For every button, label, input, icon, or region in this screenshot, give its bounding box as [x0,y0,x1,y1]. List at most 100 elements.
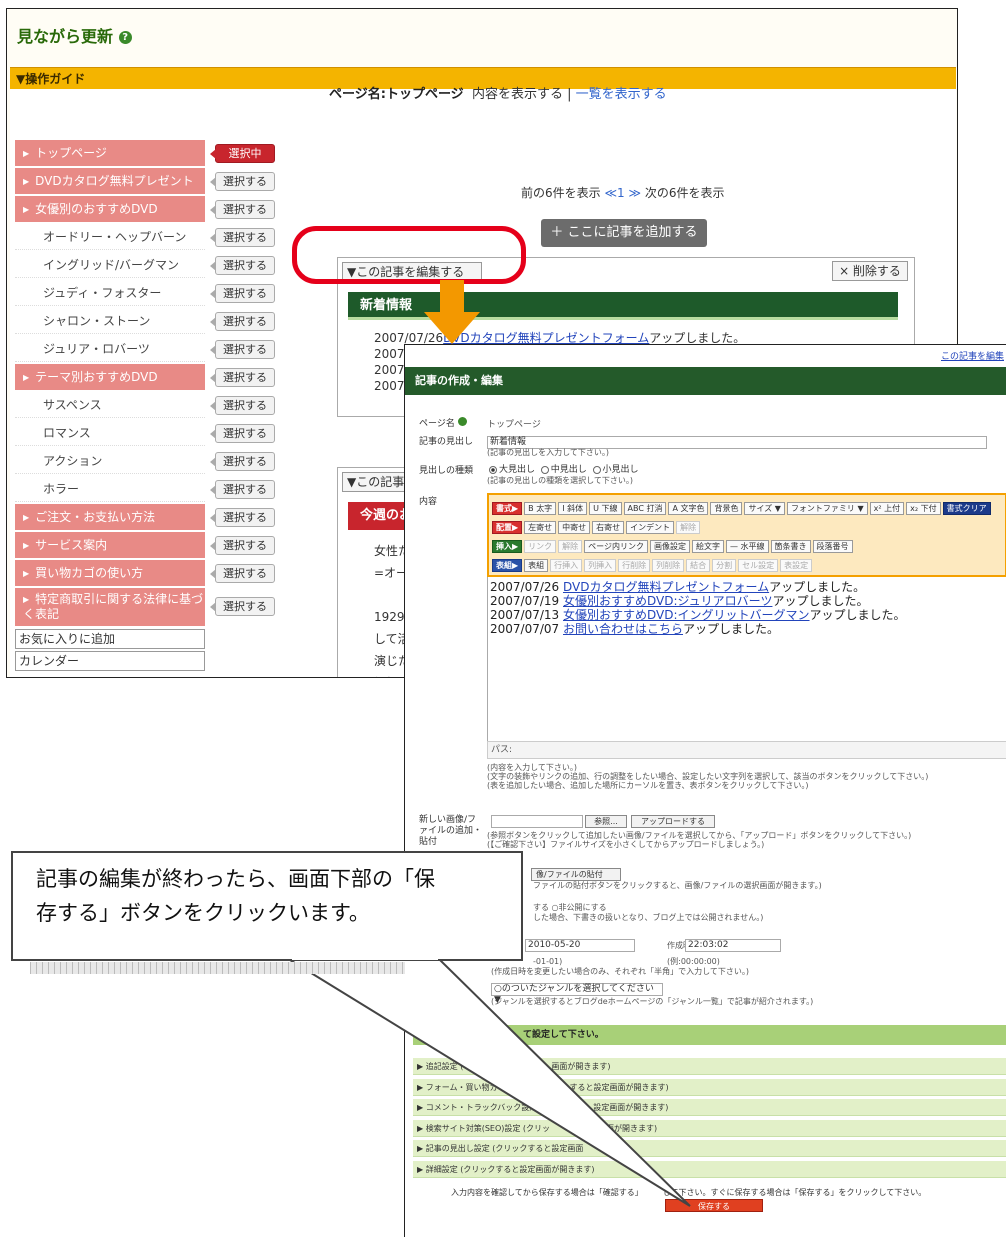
content-link[interactable]: 女優別おすすめDVD:イングリットバーグマン [563,608,810,622]
toolbar-button[interactable]: 配置▶ [492,521,523,534]
settings-bar[interactable]: ▶ フォーム・買い物カ すると設定画面が開きます) [413,1078,1006,1096]
toolbar-button[interactable]: 解除 [558,540,583,553]
nav-item-label[interactable]: サスペンス [15,392,205,418]
selected-button[interactable]: 選択中 [210,144,275,163]
show-content-link[interactable]: 内容を表示する [472,87,563,102]
help-icon[interactable] [457,417,467,426]
radio-medium[interactable] [540,465,549,474]
toolbar-button[interactable]: インデント [626,521,675,534]
toolbar-button[interactable]: 左寄せ [524,521,557,534]
add-article-button[interactable]: ＋ ここに記事を追加する [541,219,707,247]
nav-item-label[interactable]: 買い物カゴの使い方 [15,560,205,586]
toolbar-button[interactable]: 書式▶ [492,502,523,515]
toolbar-button[interactable]: フォントファミリ ▼ [786,502,868,515]
nav-item-label[interactable]: アクション [15,448,205,474]
toolbar-button[interactable]: リンク [524,540,557,553]
browse-button[interactable]: 参照... [585,815,627,828]
nav-item-label[interactable]: シャロン・ストーン [15,308,205,334]
content-editor[interactable]: 2007/07/26 DVDカタログ無料プレゼントフォームアップしました。 200… [487,577,1006,742]
select-button[interactable]: 選択する [210,200,275,219]
select-button[interactable]: 選択する [210,172,275,191]
toolbar-button[interactable]: 列挿入 [584,559,617,572]
select-button[interactable]: 選択する [210,312,275,331]
toolbar-button[interactable]: ABC 打消 [623,502,667,515]
toolbar-button[interactable]: 行削除 [618,559,651,572]
toolbar-button[interactable]: — 水平線 [726,540,769,553]
delete-button[interactable]: × 削除する [832,261,908,281]
select-button[interactable]: 選択する [210,452,275,471]
content-link[interactable]: お問い合わせはこちら [563,622,683,636]
settings-bar[interactable]: ▶ 記事の見出し設定 (クリックすると設定画面 す) [413,1140,1006,1157]
toolbar-button[interactable]: ページ内リンク [584,540,648,553]
nav-item-label[interactable]: DVDカタログ無料プレゼント [15,168,205,194]
next-page-link[interactable]: 次の6件を表示 [645,186,725,200]
select-button[interactable]: 選択する [210,284,275,303]
select-button[interactable]: 選択する [210,340,275,359]
toolbar-button[interactable]: 行挿入 [550,559,583,572]
time-input[interactable]: 22:03:02 [685,939,781,952]
upload-button[interactable]: アップロードする [631,815,715,828]
nav-item-label[interactable]: 女優別のおすすめDVD [15,196,205,222]
toolbar-button[interactable]: 段落番号 [812,540,853,553]
page-numbers[interactable]: ≪1 ≫ [604,186,641,200]
toolbar-button[interactable]: 絵文字 [692,540,724,553]
toolbar-button[interactable]: 分割 [712,559,737,572]
settings-bar[interactable]: ▶ 追記設定 ( 画面が開きます) [413,1058,1006,1075]
toolbar-button[interactable]: 中寄せ [558,521,591,534]
toolbar-button[interactable]: U 下線 [589,502,622,515]
select-button[interactable]: 選択する [210,256,275,275]
toolbar-button[interactable]: 挿入▶ [492,540,523,553]
nav-item-label[interactable]: ホラー [15,476,205,502]
genre-select[interactable]: ○のついたジャンルを選択してください ▼ [491,983,663,1005]
select-button[interactable]: 選択する [210,424,275,443]
show-list-link[interactable]: 一覧を表示する [576,87,667,102]
select-button[interactable]: 選択する [210,536,275,555]
toolbar-button[interactable]: 列削除 [652,559,685,572]
select-button[interactable]: 選択する [210,228,275,247]
toolbar-button[interactable]: 結合 [686,559,711,572]
file-input[interactable] [491,815,583,828]
toolbar-button[interactable]: 背景色 [710,502,743,515]
toolbar-button[interactable]: サイズ ▼ [744,502,785,515]
toolbar-button[interactable]: B 太字 [524,502,557,515]
select-button[interactable]: 選択する [210,480,275,499]
nav-item-label[interactable]: ジュディ・フォスター [15,280,205,306]
select-button[interactable]: 選択する [210,396,275,415]
nav-item-label[interactable]: ご注文・お支払い方法 [15,504,205,530]
toolbar-button[interactable]: 画像設定 [650,540,690,553]
date-input[interactable]: 2010-05-20 [525,939,635,952]
edit-this-article-link[interactable]: この記事を編集 [941,349,1004,362]
nav-item-label[interactable]: トップページ [15,140,205,166]
toolbar-button[interactable]: 書式クリア [942,502,991,515]
nav-item-label[interactable]: テーマ別おすすめDVD [15,364,205,390]
nav-item-label[interactable]: ロマンス [15,420,205,446]
toolbar-button[interactable]: 表組 [524,559,549,572]
toolbar-button[interactable]: I 斜体 [558,502,588,515]
toolbar-button[interactable]: 表設定 [780,559,813,572]
add-favorite-link[interactable]: お気に入りに追加 [15,629,205,649]
nav-item-label[interactable]: オードリー・ヘップバーン [15,224,205,250]
select-button[interactable]: 選択する [210,368,275,387]
radio-small[interactable] [592,465,601,474]
toolbar-button[interactable]: 解除 [676,521,701,534]
content-link[interactable]: DVDカタログ無料プレゼントフォーム [563,580,769,594]
settings-bar[interactable]: ▶ 詳細設定 (クリックすると設定画面が開きます) [413,1160,1006,1178]
content-link[interactable]: 女優別おすすめDVD:ジュリアロバーツ [563,594,772,608]
nav-item-label[interactable]: ジュリア・ロバーツ [15,336,205,362]
private-options[interactable]: する ○非公開にする [533,903,607,913]
toolbar-button[interactable]: 表組▶ [492,559,523,572]
select-button[interactable]: 選択する [210,597,275,616]
nav-item-label[interactable]: 特定商取引に関する法律に基づく表記 [15,588,205,626]
select-button[interactable]: 選択する [210,508,275,527]
prev-page-link[interactable]: 前の6件を表示 [521,186,601,200]
help-icon[interactable]: ? [118,31,132,44]
radio-large[interactable] [489,465,497,474]
settings-bar[interactable]: ▶ コメント・トラックバック設定 設定画面が開きます) [413,1099,1006,1116]
paste-file-button[interactable]: 像/ファイルの貼付 [531,868,621,881]
toolbar-button[interactable]: セル設定 [738,559,779,572]
save-button[interactable]: 保存する [665,1199,763,1212]
nav-item-label[interactable]: サービス案内 [15,532,205,558]
toolbar-button[interactable]: x₂ 下付 [906,502,941,515]
toolbar-button[interactable]: A 文字色 [668,502,709,515]
toolbar-button[interactable]: 箇条書き [770,540,811,553]
